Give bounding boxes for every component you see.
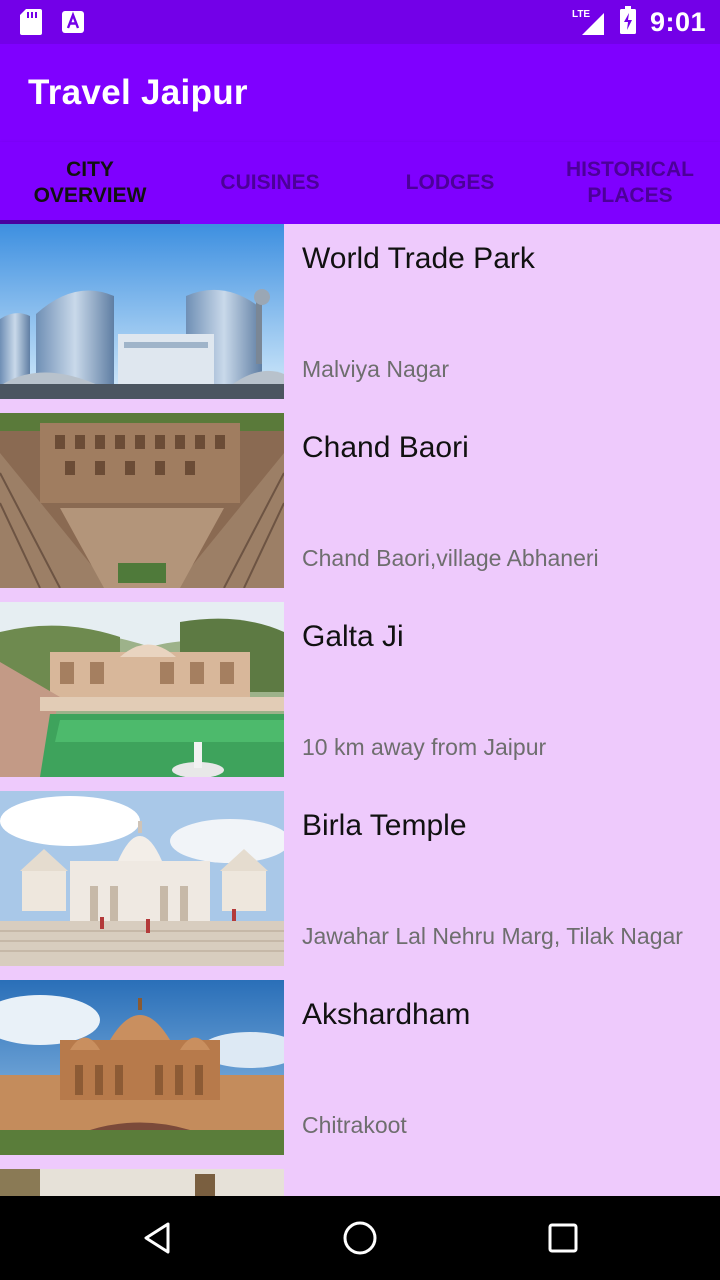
- place-item-partial[interactable]: [0, 1169, 720, 1196]
- clock: 9:01: [649, 7, 706, 37]
- tab-historical-places[interactable]: Historical Places: [540, 142, 720, 224]
- galta-ji-image: [0, 602, 284, 777]
- place-item-galta-ji[interactable]: Galta Ji 10 km away from Jaipur: [0, 602, 720, 777]
- tab-lodges[interactable]: Lodges: [360, 142, 540, 224]
- place-title: Galta Ji: [302, 620, 404, 653]
- app-bar: Travel Jaipur: [0, 44, 720, 142]
- app-notification-icon: [62, 11, 84, 38]
- world-trade-park-image: [0, 224, 284, 399]
- tab-bar: City Overview Cuisines Lodges Historical…: [0, 142, 720, 224]
- lte-signal-icon: LTE: [572, 9, 606, 37]
- recents-icon[interactable]: [541, 1216, 585, 1260]
- birla-temple-image: [0, 791, 284, 966]
- navigation-bar: [0, 1196, 720, 1280]
- sd-card-icon: [20, 9, 42, 40]
- place-location: Malviya Nagar: [302, 356, 449, 382]
- tab-cuisines[interactable]: Cuisines: [180, 142, 360, 224]
- places-list[interactable]: World Trade Park Malviya Nagar Chand Bao…: [0, 224, 720, 1196]
- battery-charging-icon: [619, 6, 636, 39]
- place-title: World Trade Park: [302, 242, 535, 275]
- place-location: Chitrakoot: [302, 1112, 407, 1138]
- app-title: Travel Jaipur: [28, 73, 248, 112]
- place-location: Chand Baori,village Abhaneri: [302, 545, 599, 571]
- partial-item-image: [0, 1169, 284, 1196]
- place-location: Jawahar Lal Nehru Marg, Tilak Nagar: [302, 923, 683, 949]
- place-title: Chand Baori: [302, 431, 469, 464]
- chand-baori-image: [0, 413, 284, 588]
- akshardham-image: [0, 980, 284, 1155]
- home-icon[interactable]: [338, 1216, 382, 1260]
- place-title: Birla Temple: [302, 809, 467, 842]
- place-title: Akshardham: [302, 998, 471, 1031]
- place-location: 10 km away from Jaipur: [302, 734, 547, 760]
- place-item-chand-baori[interactable]: Chand Baori Chand Baori,village Abhaneri: [0, 413, 720, 588]
- tab-city-overview[interactable]: City Overview: [0, 142, 180, 224]
- place-item-world-trade-park[interactable]: World Trade Park Malviya Nagar: [0, 224, 720, 399]
- place-item-birla-temple[interactable]: Birla Temple Jawahar Lal Nehru Marg, Til…: [0, 791, 720, 966]
- status-bar: LTE 9:01: [0, 0, 720, 44]
- back-icon[interactable]: [136, 1216, 180, 1260]
- place-item-akshardham[interactable]: Akshardham Chitrakoot: [0, 980, 720, 1155]
